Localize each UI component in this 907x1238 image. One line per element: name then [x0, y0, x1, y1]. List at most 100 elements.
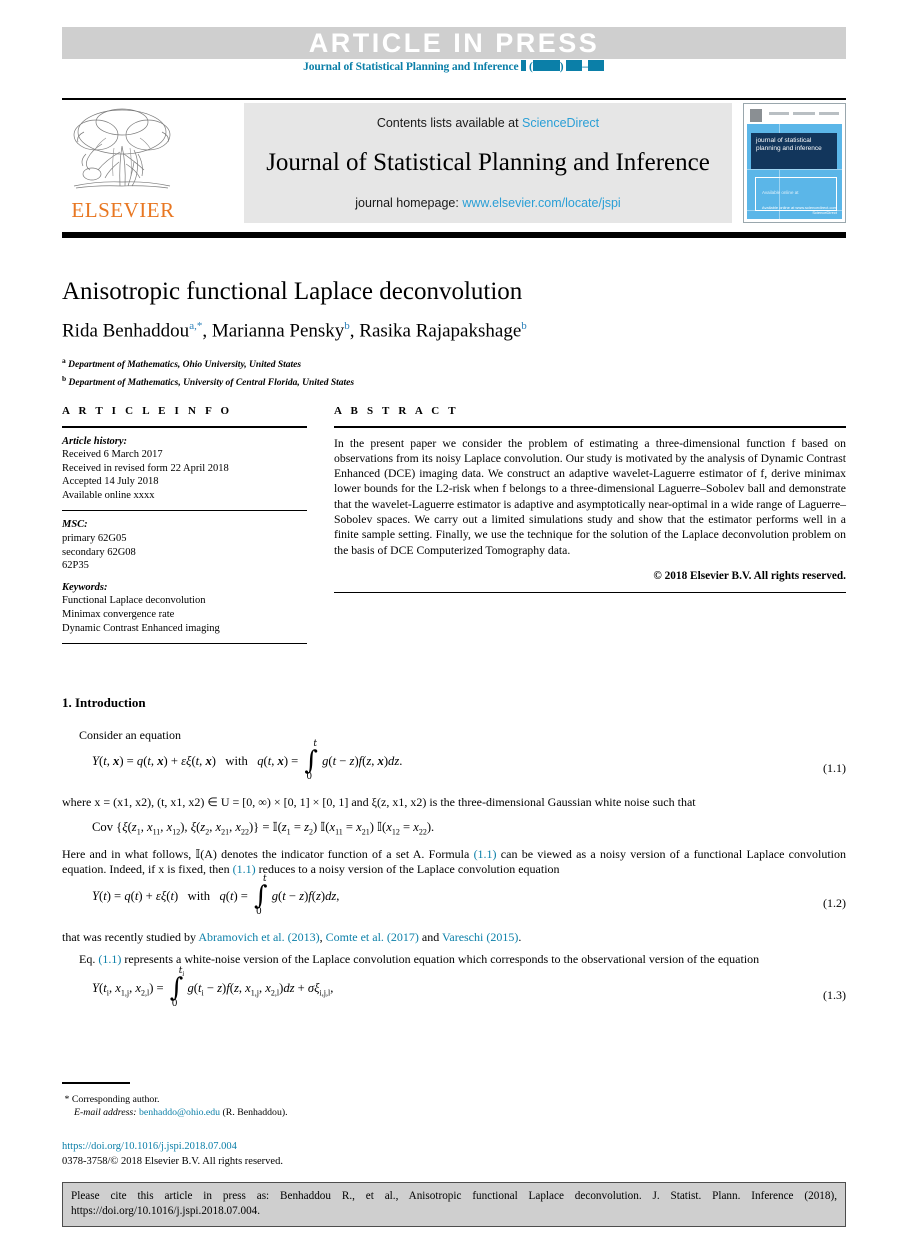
- keywords-label: Keywords:: [62, 581, 108, 593]
- masthead-top-rule: [62, 98, 846, 100]
- contents-list-prefix: Contents lists available at: [376, 116, 519, 130]
- journal-homepage-label: journal homepage:: [355, 196, 459, 210]
- keyword-item: Dynamic Contrast Enhanced imaging: [62, 622, 220, 634]
- corresponding-author-line: * Corresponding author.: [62, 1093, 462, 1107]
- msc-group: MSC: primary 62G05 secondary 62G08 62P35: [62, 511, 307, 580]
- please-cite-box: Please cite this article in press as: Be…: [62, 1182, 846, 1227]
- article-history-group: Article history: Received 6 March 2017 R…: [62, 428, 307, 511]
- email-label: E-mail address:: [74, 1107, 137, 1119]
- journal-homepage-link[interactable]: www.elsevier.com/locate/jspi: [462, 196, 620, 210]
- masthead-bottom-rule: [62, 232, 846, 238]
- msc-item: secondary 62G08: [62, 546, 136, 558]
- journal-cover-art: journal of statistical planning and infe…: [747, 107, 842, 219]
- article-history-label: Article history:: [62, 435, 128, 447]
- email-suffix: (R. Benhaddou).: [222, 1107, 288, 1119]
- elsevier-logo: ELSEVIER: [62, 102, 184, 224]
- equation-covariance-body: Cov {ξ(z1, x11, x12), ξ(z2, x21, x22)} =…: [92, 819, 435, 837]
- journal-cover-topbar: [747, 107, 842, 124]
- paragraph-where: where x = (x1, x2), (t, x1, x2) ∈ U = [0…: [62, 795, 696, 810]
- author-marks: a,*: [189, 320, 203, 332]
- doi-link[interactable]: https://doi.org/10.1016/j.jspi.2018.07.0…: [62, 1140, 283, 1155]
- abstract-text: In the present paper we consider the pro…: [334, 436, 846, 557]
- journal-homepage-line: journal homepage: www.elsevier.com/locat…: [355, 196, 620, 210]
- elsevier-wordmark: ELSEVIER: [71, 198, 175, 222]
- affiliation-item: a Department of Mathematics, Ohio Univer…: [62, 354, 846, 372]
- affiliation-text: Department of Mathematics, Ohio Universi…: [68, 360, 302, 371]
- footnote-rule: [62, 1082, 130, 1084]
- affiliation-item: b Department of Mathematics, University …: [62, 372, 846, 390]
- citation-link[interactable]: Vareschi (2015): [442, 930, 518, 944]
- paragraph-consider: Consider an equation: [79, 727, 181, 742]
- article-info-column: A R T I C L E I N F O Article history: R…: [62, 405, 307, 645]
- doi-block: https://doi.org/10.1016/j.jspi.2018.07.0…: [62, 1140, 283, 1169]
- title-block: Anisotropic functional Laplace deconvolu…: [62, 278, 846, 391]
- article-history-item: Received in revised form 22 April 2018: [62, 462, 229, 474]
- author-marks: b: [521, 320, 527, 332]
- sciencedirect-link[interactable]: ScienceDirect: [522, 116, 599, 130]
- paper-page: ARTICLE IN PRESS Journal of Statistical …: [0, 0, 907, 1238]
- footnote-star: *: [64, 1093, 70, 1105]
- author-name: Rida Benhaddou: [62, 320, 190, 342]
- author-name: Rasika Rajapakshage: [359, 320, 522, 342]
- affiliation-mark: b: [62, 374, 67, 384]
- footnote-block: * Corresponding author. E-mail address: …: [62, 1082, 462, 1120]
- equation-1-1-body: Y(t, x) = q(t, x) + εξ(t, x) with q(t, x…: [92, 739, 403, 783]
- equation-1-2-body: Y(t) = q(t) + εξ(t) with q(t) = ∫ t 0 g(t …: [92, 874, 340, 918]
- equation-covariance: Cov {ξ(z1, x11, x12), ξ(z2, x21, x22)} =…: [62, 820, 846, 840]
- contents-list-line: Contents lists available at ScienceDirec…: [377, 116, 599, 130]
- citation-separator: .: [518, 930, 522, 945]
- issn-copyright-line: 0378-3758/© 2018 Elsevier B.V. All right…: [62, 1155, 283, 1167]
- equation-1-2: Y(t) = q(t) + εξ(t) with q(t) = ∫ t 0 g(t …: [62, 874, 846, 919]
- citation-separator: and: [418, 930, 443, 945]
- keyword-item: Functional Laplace deconvolution: [62, 595, 206, 607]
- paragraph-recently-studied: that was recently studied by Abramovich …: [62, 930, 846, 946]
- citation-link[interactable]: Abramovich et al. (2013): [198, 930, 319, 944]
- msc-item: primary 62G05: [62, 533, 127, 545]
- article-history-item: Available online xxxx: [62, 489, 155, 501]
- journal-cover-thumbnail: journal of statistical planning and infe…: [743, 103, 846, 223]
- journal-cover-footer-line2: ScienceDirect: [812, 210, 837, 215]
- eq-ref-link[interactable]: (1.1): [233, 862, 256, 876]
- equation-1-3-number: (1.3): [823, 988, 846, 1003]
- please-cite-text: Please cite this article in press as: Be…: [71, 1190, 837, 1217]
- author-marks: b: [344, 320, 350, 332]
- article-history-item: Received 6 March 2017: [62, 449, 163, 461]
- eq-prefix: Eq.: [79, 951, 99, 966]
- article-history-item: Accepted 14 July 2018: [62, 476, 159, 488]
- journal-cover-note: Available online at: [762, 190, 799, 195]
- studied-prefix: that was recently studied by: [62, 930, 199, 945]
- corresponding-author-text: Corresponding author.: [71, 1093, 160, 1105]
- paragraph-here-part4: reduces to a noisy version of the Laplac…: [255, 862, 560, 877]
- section-heading-introduction: 1. Introduction: [62, 695, 846, 711]
- copyright-line: © 2018 Elsevier B.V. All rights reserved…: [653, 569, 846, 582]
- msc-label: MSC:: [62, 519, 88, 531]
- paragraph-eq-white-noise: Eq. (1.1) represents a white-noise versi…: [62, 952, 846, 968]
- article-info-heading: A R T I C L E I N F O: [62, 405, 233, 417]
- keywords-bottom-rule: [62, 643, 307, 645]
- equation-1-1: Y(t, x) = q(t, x) + εξ(t, x) with q(t, x…: [62, 739, 846, 784]
- email-link[interactable]: benhaddo@ohio.edu: [139, 1107, 220, 1118]
- citation-link[interactable]: Comte et al. (2017): [326, 930, 419, 944]
- section-number: 1.: [62, 695, 72, 710]
- eq-ref-link[interactable]: (1.1): [98, 952, 121, 966]
- body-content: 1. Introduction Consider an equation Y(t…: [62, 695, 846, 1022]
- equation-1-3-body: Y(ti, x1,j, x2,l) = ∫ ti 0 g(ti − z)f(z, x…: [92, 966, 334, 1010]
- abstract-bottom-rule: [334, 591, 846, 593]
- article-in-press-banner: ARTICLE IN PRESS: [62, 27, 846, 59]
- paragraph-here-part2: (A) denotes the indicator function of a …: [200, 846, 474, 861]
- journal-cover-footer: Available online at www.sciencedirect.co…: [762, 205, 837, 215]
- equation-1-1-number: (1.1): [823, 761, 846, 776]
- running-head: Journal of Statistical Planning and Infe…: [0, 60, 907, 73]
- abstract-column: A B S T R A C T In the present paper we …: [334, 405, 846, 593]
- eq-rest: represents a white-noise version of the …: [121, 951, 760, 966]
- paragraph-here-and-what-follows: Here and in what follows, 𝕀(A) denotes t…: [62, 846, 846, 877]
- author-list: Rida Benhaddoua,*, Marianna Penskyb, Ras…: [62, 320, 527, 342]
- author-name: Marianna Pensky: [211, 320, 345, 342]
- article-in-press-label: ARTICLE IN PRESS: [308, 27, 600, 58]
- affiliation-text: Department of Mathematics, University of…: [68, 378, 355, 389]
- journal-title: Journal of Statistical Planning and Infe…: [266, 149, 710, 176]
- msc-item: 62P35: [62, 560, 89, 572]
- elsevier-tree-icon: [73, 108, 171, 189]
- section-title-text: Introduction: [75, 695, 146, 710]
- eq-ref-link[interactable]: (1.1): [474, 847, 497, 861]
